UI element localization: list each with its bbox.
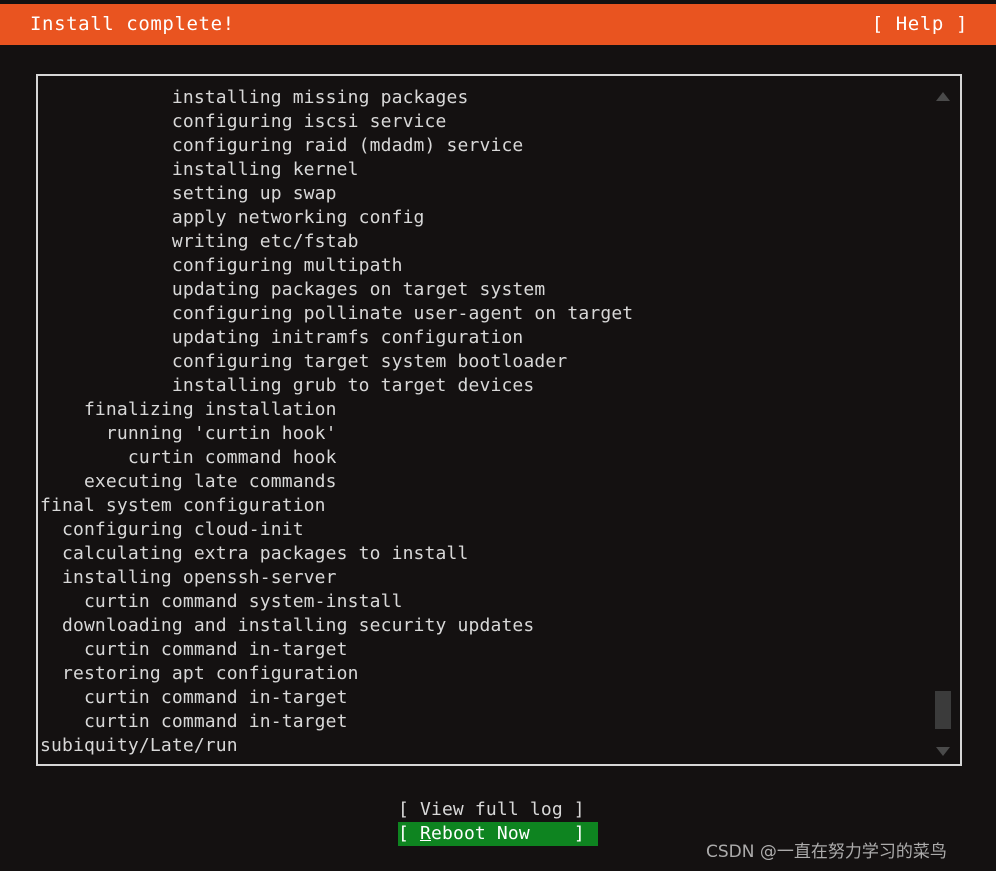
log-line: downloading and installing security upda… bbox=[40, 615, 535, 636]
log-line: installing missing packages bbox=[40, 87, 469, 108]
log-line: setting up swap bbox=[40, 183, 337, 204]
view-full-log-button[interactable]: [ View full log ] bbox=[398, 798, 598, 822]
log-line: installing grub to target devices bbox=[40, 375, 535, 396]
log-line: curtin command in-target bbox=[40, 687, 348, 708]
log-line: configuring multipath bbox=[40, 255, 403, 276]
scrollbar-thumb[interactable] bbox=[935, 691, 951, 729]
log-line: configuring cloud-init bbox=[40, 519, 304, 540]
triangle-up-icon[interactable] bbox=[936, 92, 950, 101]
log-line: restoring apt configuration bbox=[40, 663, 359, 684]
install-log-lines: installing missing packages configuring … bbox=[40, 86, 920, 758]
log-line: configuring iscsi service bbox=[40, 111, 447, 132]
triangle-down-icon[interactable] bbox=[936, 747, 950, 756]
log-line: subiquity/Late/run bbox=[40, 735, 238, 756]
log-line: configuring target system bootloader bbox=[40, 351, 568, 372]
log-line: curtin command system-install bbox=[40, 591, 403, 612]
log-line: final system configuration bbox=[40, 495, 326, 516]
log-line: installing kernel bbox=[40, 159, 359, 180]
log-line: running 'curtin hook' bbox=[40, 423, 337, 444]
log-line: configuring pollinate user-agent on targ… bbox=[40, 303, 634, 324]
log-line: installing openssh-server bbox=[40, 567, 337, 588]
log-line: calculating extra packages to install bbox=[40, 543, 469, 564]
log-line: updating initramfs configuration bbox=[40, 327, 524, 348]
log-line: curtin command in-target bbox=[40, 711, 348, 732]
log-line: curtin command in-target bbox=[40, 639, 348, 660]
reboot-now-hotkey: R bbox=[419, 823, 431, 844]
log-line: curtin command hook bbox=[40, 447, 337, 468]
log-line: configuring raid (mdadm) service bbox=[40, 135, 524, 156]
reboot-now-label: eboot Now bbox=[430, 823, 530, 844]
log-line: writing etc/fstab bbox=[40, 231, 359, 252]
log-scrollbar[interactable] bbox=[932, 78, 954, 764]
header-bar: Install complete! [ Help ] bbox=[0, 4, 996, 45]
log-line: apply networking config bbox=[40, 207, 425, 228]
log-line: finalizing installation bbox=[40, 399, 337, 420]
watermark-text: CSDN @一直在努力学习的菜鸟 bbox=[706, 842, 947, 862]
help-button[interactable]: [ Help ] bbox=[872, 4, 968, 45]
log-line: executing late commands bbox=[40, 471, 337, 492]
log-line: updating packages on target system bbox=[40, 279, 546, 300]
reboot-now-bracket-close: ] bbox=[529, 823, 585, 844]
page-title: Install complete! bbox=[30, 13, 235, 35]
reboot-now-bracket-open: [ bbox=[398, 823, 420, 844]
installer-screen: Install complete! [ Help ] installing mi… bbox=[0, 0, 996, 871]
install-log-panel: installing missing packages configuring … bbox=[36, 74, 962, 766]
reboot-now-button[interactable]: [ Reboot Now ] bbox=[398, 822, 598, 846]
